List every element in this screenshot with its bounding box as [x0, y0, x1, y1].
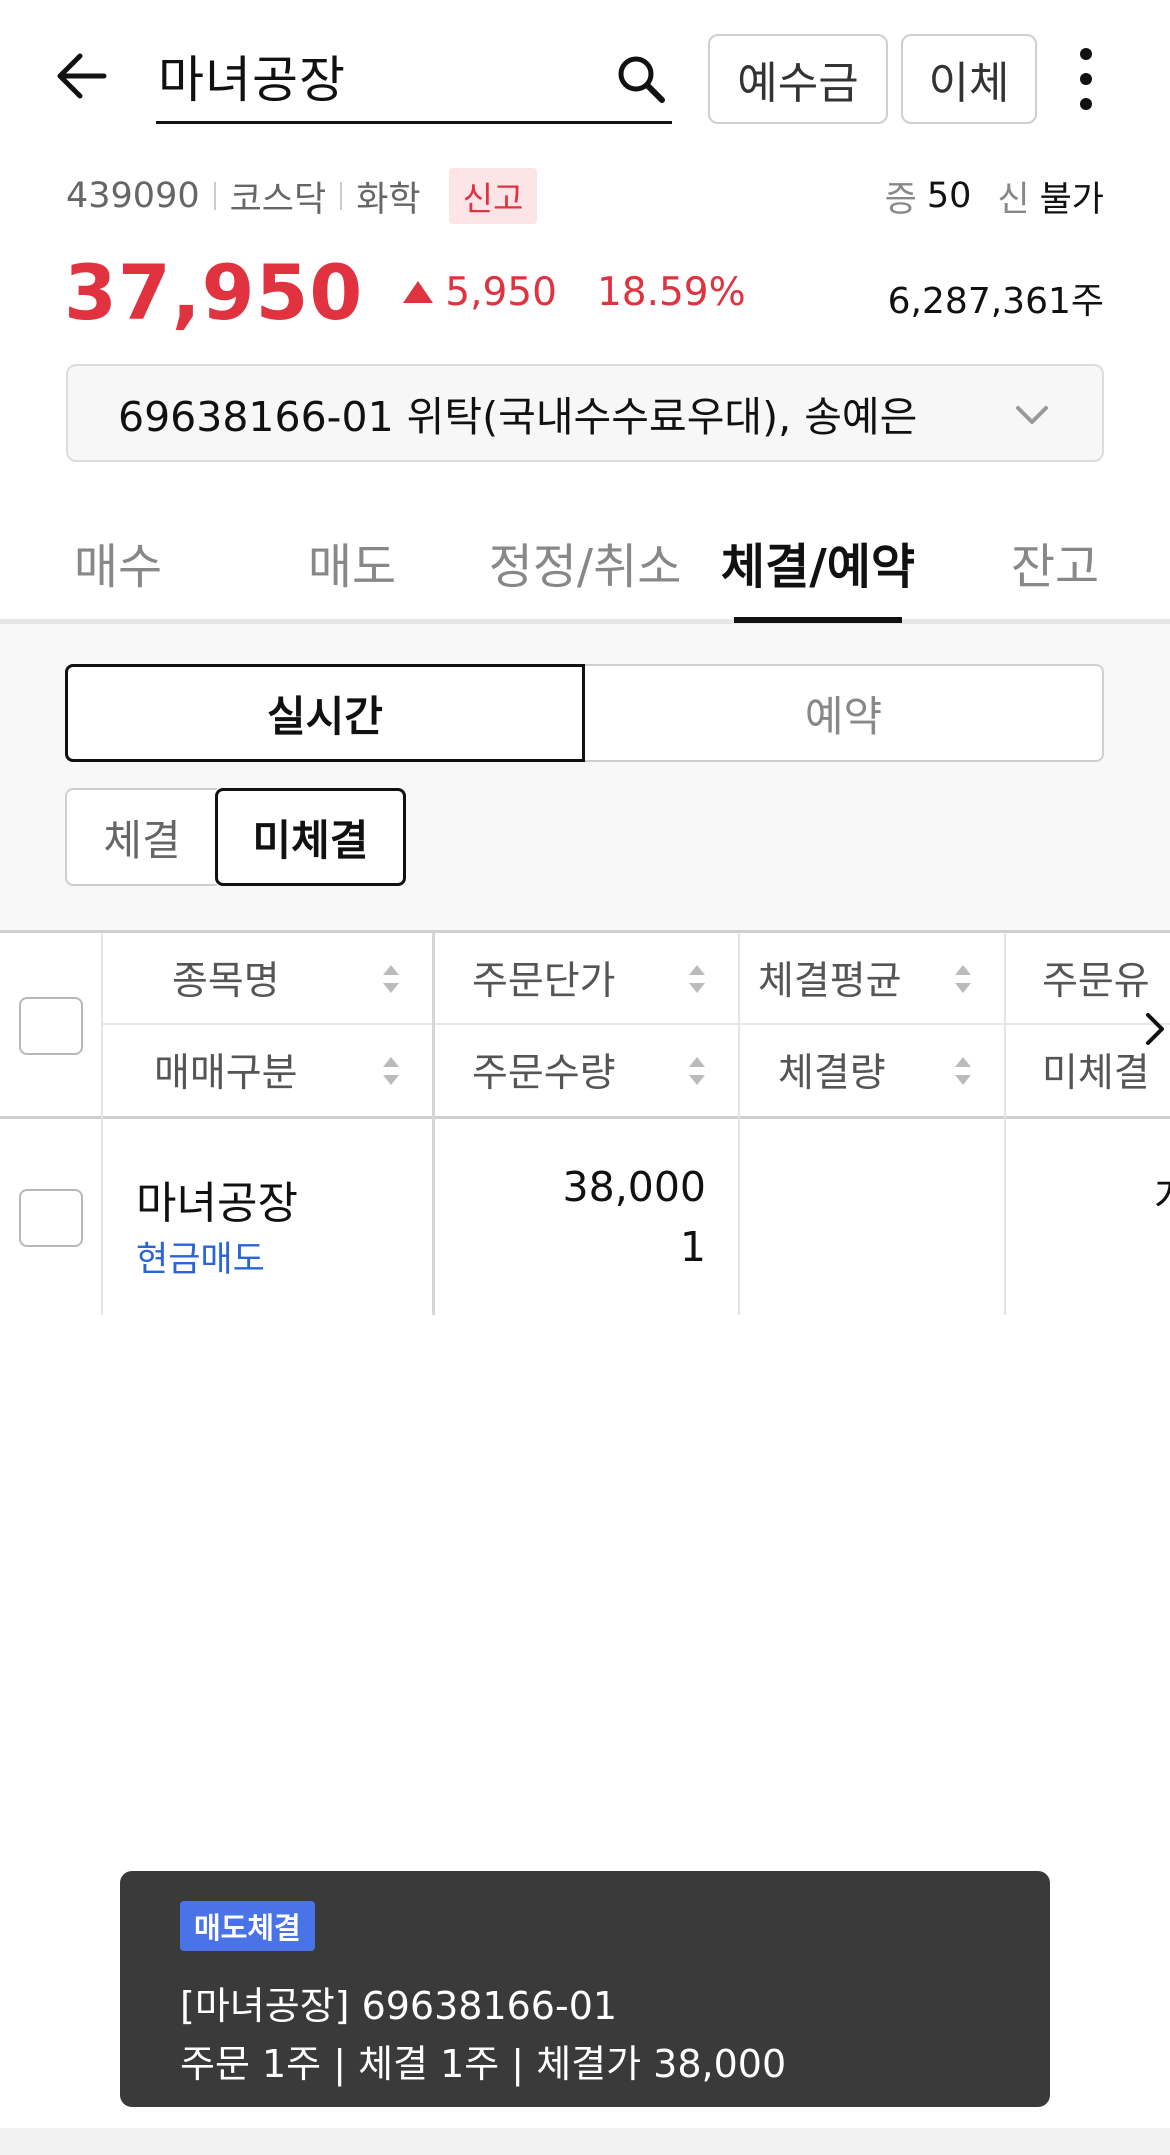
- segment-reservation[interactable]: 예약: [585, 664, 1104, 762]
- toast-badge: 매도체결: [180, 1901, 315, 1951]
- header-avg-exec-price[interactable]: 체결평균: [758, 933, 902, 1023]
- filter-executed[interactable]: 체결: [65, 788, 217, 886]
- sort-icon[interactable]: [686, 959, 708, 999]
- back-button[interactable]: [52, 44, 116, 108]
- divider: [340, 182, 343, 210]
- stock-market: 코스닥: [229, 179, 327, 220]
- price-up-icon: [403, 281, 434, 303]
- divider: [1004, 933, 1006, 1315]
- divider: [432, 933, 435, 1315]
- filter-unexecuted[interactable]: 미체결: [215, 788, 406, 886]
- filter-panel: 실시간 예약 체결 미체결: [0, 624, 1170, 930]
- price-row: 37,950 5,950 18.59%: [64, 244, 746, 340]
- header-exec-qty[interactable]: 체결량: [778, 1025, 886, 1115]
- active-tab-indicator: [734, 617, 902, 623]
- sort-icon[interactable]: [952, 959, 974, 999]
- toast-execution-detail: 주문 1주 | 체결 1주 | 체결가 38,000: [180, 2042, 787, 2086]
- sort-icon[interactable]: [380, 959, 402, 999]
- stock-search-field[interactable]: 마녀공장: [156, 44, 672, 124]
- row-order-type-cut: 개: [1154, 1163, 1170, 1223]
- search-icon[interactable]: [614, 52, 668, 106]
- row-trade-type: 현금매도: [136, 1240, 265, 1280]
- bottom-bar: [0, 2128, 1170, 2155]
- tab-sell[interactable]: 매도: [268, 500, 436, 624]
- sort-icon[interactable]: [952, 1051, 974, 1091]
- tab-buy[interactable]: 매수: [34, 500, 202, 624]
- chevron-down-icon: [1016, 406, 1048, 424]
- header-trade-type[interactable]: 매매구분: [154, 1025, 298, 1115]
- transfer-button[interactable]: 이체: [901, 34, 1037, 124]
- credit-label: 신: [997, 179, 1030, 220]
- execution-toast: 매도체결 [마녀공장] 69638166-01 주문 1주 | 체결 1주 | …: [120, 1871, 1050, 2107]
- margin-label: 증: [884, 179, 917, 220]
- account-label: 69638166-01 위탁(국내수수료우대), 송예은: [118, 393, 918, 441]
- more-menu-button[interactable]: [1062, 44, 1110, 114]
- margin-info: 증 50 신 불가: [885, 168, 1104, 224]
- more-vertical-icon: [1080, 48, 1092, 110]
- sort-icon[interactable]: [686, 1051, 708, 1091]
- current-price: 37,950: [64, 247, 364, 337]
- tab-modify-cancel[interactable]: 정정/취소: [480, 500, 690, 624]
- price-change-percent: 18.59%: [596, 269, 746, 315]
- select-all-checkbox[interactable]: [19, 997, 83, 1055]
- row-order-price: 38,000: [562, 1163, 706, 1211]
- divider: [738, 933, 740, 1315]
- stock-sector: 화학: [356, 179, 421, 220]
- row-stock-name[interactable]: 마녀공장: [136, 1167, 298, 1231]
- back-arrow-icon: [57, 53, 107, 99]
- chevron-right-icon[interactable]: [1140, 1007, 1170, 1051]
- header-order-type[interactable]: 주문유: [1042, 933, 1150, 1023]
- segment-realtime[interactable]: 실시간: [65, 664, 585, 762]
- divider: [101, 933, 103, 1315]
- margin-value: 50: [926, 176, 972, 216]
- toast-stock-account: [마녀공장] 69638166-01: [180, 1984, 618, 2028]
- stock-code: 439090: [66, 176, 200, 216]
- header-order-qty[interactable]: 주문수량: [472, 1025, 616, 1115]
- row-order-qty: 1: [679, 1223, 706, 1271]
- price-change: 5,950: [445, 269, 557, 315]
- divider: [213, 182, 216, 210]
- order-tabs: 매수 매도 정정/취소 체결/예약 잔고: [0, 500, 1170, 624]
- orders-table: 종목명 주문단가 체결평균 주문유 매매구분 주문수량 체결량 미체결 마녀공장…: [0, 930, 1170, 1315]
- credit-value: 불가: [1039, 179, 1104, 220]
- stock-meta: 439090 코스닥 화학 신고: [66, 168, 538, 224]
- tab-executions-reservations[interactable]: 체결/예약: [712, 500, 924, 624]
- header-order-price[interactable]: 주문단가: [472, 933, 616, 1023]
- deposit-button[interactable]: 예수금: [708, 34, 888, 124]
- trade-volume: 6,287,361주: [887, 281, 1104, 322]
- header-stock-name[interactable]: 종목명: [172, 933, 280, 1023]
- sort-icon[interactable]: [380, 1051, 402, 1091]
- header-unexec-qty[interactable]: 미체결: [1042, 1025, 1150, 1115]
- row-checkbox[interactable]: [19, 1189, 83, 1247]
- warning-badge: 신고: [448, 168, 538, 224]
- account-select[interactable]: 69638166-01 위탁(국내수수료우대), 송예은: [66, 364, 1104, 462]
- search-value: 마녀공장: [158, 51, 346, 109]
- tab-balance[interactable]: 잔고: [1000, 500, 1110, 624]
